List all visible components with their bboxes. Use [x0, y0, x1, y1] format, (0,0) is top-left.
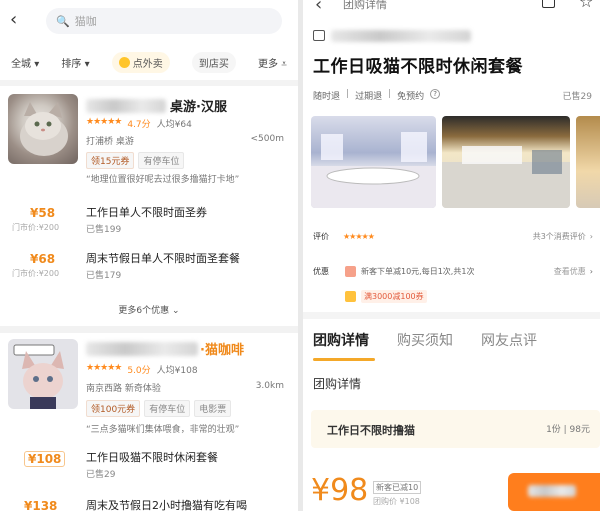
deal-item[interactable]: ¥138 周末及节假日2小时撸猫有吃有喝	[0, 493, 298, 511]
search-placeholder: 猫咖	[74, 15, 97, 28]
filter-city[interactable]: 全城 ▾	[11, 55, 39, 70]
search-results-panel: ‹ 🔍 猫咖 全城 ▾ 排序 ▾ 点外卖 到店买 更多 ⩡ 桌游·汉服 ★★★★…	[0, 0, 298, 511]
cafe-interior-photo	[311, 132, 436, 208]
shop-meta: 打浦桥 桌游 <500m	[86, 134, 284, 147]
shop-rating: ★★★★★ 4.7分 人均¥64	[86, 117, 192, 130]
active-tab-indicator	[313, 358, 375, 361]
filter-bar: 全城 ▾ 排序 ▾ 点外卖 到店买 更多 ⩡	[0, 48, 298, 76]
shop-tags: 领15元券 有停车位	[86, 152, 188, 169]
shop-quote: “地理位置很好呢去过很多撸猫打卡地”	[86, 175, 240, 185]
nav-title: 团购详情	[343, 0, 387, 11]
shop-card[interactable]: 桌游·汉服 ★★★★★ 4.7分 人均¥64 打浦桥 桌游 <500m 领15元…	[0, 88, 298, 323]
filter-takeout[interactable]: 点外卖	[111, 51, 170, 73]
detail-tabs: 团购详情 购买须知 网友点评	[303, 330, 600, 360]
share-icon[interactable]	[542, 0, 555, 8]
section-title: 团购详情	[313, 377, 362, 391]
buy-now-button[interactable]	[508, 473, 600, 511]
chevron-right-icon: ›	[589, 232, 593, 241]
cafe-interior-photo	[442, 146, 570, 208]
gallery-photo[interactable]	[576, 116, 600, 208]
shop-tags: 领100元券 有停车位 电影票	[86, 400, 235, 417]
filter-more[interactable]: 更多 ⩡	[258, 55, 287, 70]
chevron-right-icon: ›	[589, 267, 593, 276]
blurred-shop-name	[86, 98, 166, 113]
nav-bar: ‹ 团购详情 ☆	[303, 0, 600, 22]
divider	[0, 80, 298, 86]
blurred-store-name	[331, 30, 471, 42]
filter-instore[interactable]: 到店买	[191, 51, 236, 73]
tab-deal-detail[interactable]: 团购详情	[313, 330, 369, 360]
cat-illustration	[20, 102, 68, 156]
store-icon	[313, 30, 325, 41]
more-deals-link[interactable]: 更多6个优惠 ⌄	[0, 303, 298, 316]
rating-stars: ★★★★★	[86, 117, 122, 127]
deal-price: ¥98	[311, 473, 369, 508]
purchase-bar: ¥98 新客已减10 团购价 ¥108	[303, 463, 600, 511]
divider	[0, 326, 298, 333]
new-customer-badge: 新客已减10	[373, 481, 422, 494]
discount-icon	[345, 266, 356, 277]
shop-photo-cat[interactable]	[8, 94, 78, 164]
deal-item[interactable]: ¥58 门市价:¥200 工作日单人不限时面圣券 已售199	[0, 200, 298, 240]
blurred-button-label	[528, 485, 576, 497]
shop-meta: 南京西路 新奇体验 3.0km	[86, 381, 284, 394]
filter-sort[interactable]: 排序 ▾	[61, 55, 89, 70]
divider	[303, 312, 600, 319]
search-icon: 🔍	[56, 14, 70, 28]
shop-card[interactable]: ·猫咖啡 ★★★★★ 5.0分 人均¥108 南京西路 新奇体验 3.0km 领…	[0, 333, 298, 511]
tab-purchase-notes[interactable]: 购买须知	[397, 330, 453, 360]
back-icon[interactable]: ‹	[315, 0, 322, 15]
rating-stars: ★★★★★	[343, 232, 375, 241]
filter-icon: ⩡	[281, 58, 287, 70]
promo-row[interactable]: 满3000减100券	[313, 290, 593, 303]
star-icon[interactable]: ☆	[579, 0, 593, 11]
sold-count: 已售29	[562, 92, 592, 102]
promo-row[interactable]: 优惠 新客下单减10元,每日1次,共1次 查看优惠 ›	[313, 266, 593, 277]
deal-item[interactable]: ¥108 工作日吸猫不限时休闲套餐 已售29	[0, 445, 298, 485]
info-icon[interactable]: ?	[430, 89, 441, 99]
gallery-photo[interactable]	[311, 116, 436, 208]
deal-guarantees: 随时退 | 过期退 | 免预约 ?	[313, 89, 441, 102]
gallery-photo[interactable]	[442, 116, 570, 208]
screenshot: ‹ 🔍 猫咖 全城 ▾ 排序 ▾ 点外卖 到店买 更多 ⩡ 桌游·汉服 ★★★★…	[0, 0, 600, 511]
shop-photo-sphynx[interactable]	[8, 339, 78, 409]
original-price: 团购价 ¥108	[373, 497, 420, 506]
chevron-down-icon: ⌄	[172, 306, 180, 316]
shop-name[interactable]: ·猫咖啡	[86, 339, 244, 358]
coupon-icon	[345, 291, 356, 302]
package-row: 工作日不限时撸猫 1份 | 98元	[311, 410, 600, 448]
rating-row[interactable]: 评价 ★★★★★ 共3个消费评价 ›	[313, 231, 593, 242]
tab-reviews[interactable]: 网友点评	[481, 330, 537, 360]
takeout-icon	[118, 56, 130, 68]
shop-rating: ★★★★★ 5.0分 人均¥108	[86, 363, 198, 376]
deal-detail-panel: ‹ 团购详情 ☆ 工作日吸猫不限时休闲套餐 随时退 | 过期退 | 免预约 ? 已售…	[303, 0, 600, 511]
back-icon[interactable]: ‹	[10, 9, 17, 30]
search-input[interactable]: 🔍 猫咖	[46, 8, 282, 34]
rating-stars: ★★★★★	[86, 363, 122, 373]
cat-illustration	[13, 344, 64, 409]
deal-item[interactable]: ¥68 门市价:¥200 周末节假日单人不限时面圣套餐 已售179	[0, 246, 298, 286]
shop-name[interactable]: 桌游·汉服	[86, 96, 227, 115]
deal-title: 工作日吸猫不限时休闲套餐	[313, 57, 523, 77]
photo-gallery[interactable]	[311, 116, 600, 208]
blurred-shop-name	[86, 341, 198, 356]
shop-quote: “三点多猫咪们集体喂食，非常的壮观”	[86, 425, 240, 435]
